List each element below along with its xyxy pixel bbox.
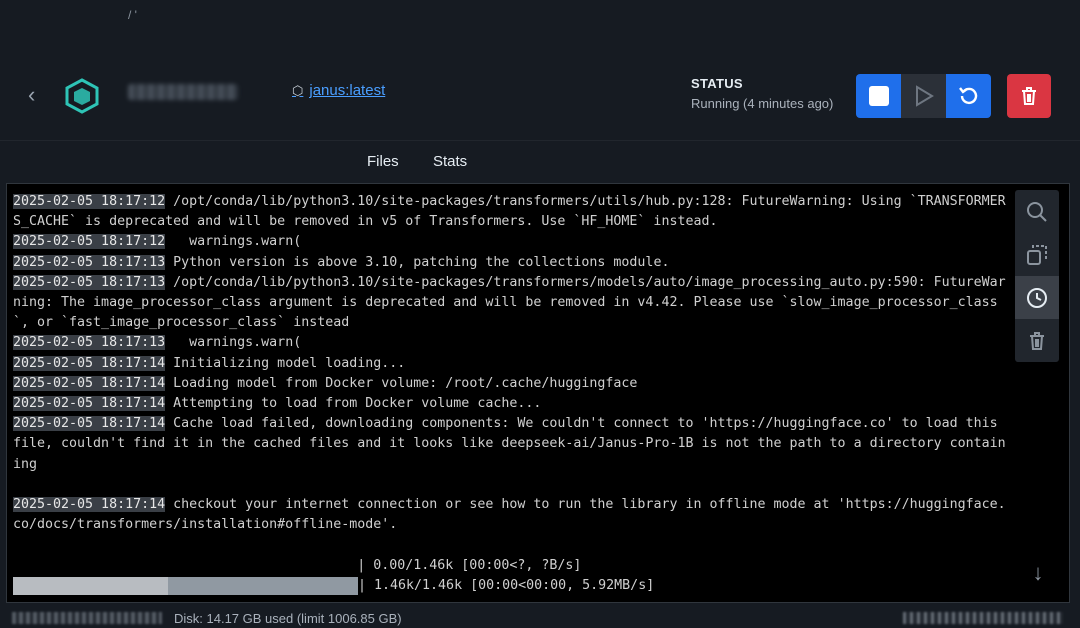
clock-icon bbox=[1027, 287, 1047, 308]
log-line: 2025-02-05 18:17:12 /opt/conda/lib/pytho… bbox=[13, 192, 1013, 232]
copy-icon bbox=[1027, 244, 1047, 265]
log-timestamp: 2025-02-05 18:17:14 bbox=[13, 375, 166, 391]
restart-icon bbox=[958, 87, 977, 105]
log-line: 2025-02-05 18:17:13 warnings.warn( bbox=[13, 333, 1013, 353]
footer: Disk: 14.17 GB used (limit 1006.85 GB) bbox=[0, 604, 1080, 628]
log-line: 2025-02-05 18:17:14 Initializing model l… bbox=[13, 354, 1013, 374]
disk-usage: Disk: 14.17 GB used (limit 1006.85 GB) bbox=[174, 611, 402, 626]
footer-left-redacted bbox=[12, 612, 162, 624]
stop-button[interactable] bbox=[856, 74, 901, 118]
cube-icon: ⬡ bbox=[292, 82, 304, 98]
image-tag-label[interactable]: janus:latest bbox=[309, 82, 385, 99]
restart-button[interactable] bbox=[946, 74, 991, 118]
copy-button[interactable] bbox=[1015, 233, 1059, 276]
log-timestamp: 2025-02-05 18:17:12 bbox=[13, 234, 166, 250]
arrow-down-icon[interactable]: ↓ bbox=[1026, 560, 1050, 585]
log-line-blank bbox=[13, 535, 1013, 555]
log-timestamp: 2025-02-05 18:17:14 bbox=[13, 497, 166, 513]
search-button[interactable] bbox=[1015, 190, 1059, 233]
log-timestamp: 2025-02-05 18:17:12 bbox=[13, 194, 166, 209]
image-tag-link[interactable]: ⬡ janus:latest bbox=[292, 82, 385, 99]
log-line: 2025-02-05 18:17:12 warnings.warn( bbox=[13, 232, 1013, 252]
log-text: Loading model from Docker volume: /root/… bbox=[165, 375, 638, 391]
log-line: 2025-02-05 18:17:14 Loading model from D… bbox=[13, 374, 1013, 394]
log-timestamp: 2025-02-05 18:17:13 bbox=[13, 335, 166, 351]
clear-logs-button[interactable] bbox=[1015, 319, 1059, 362]
log-text: warnings.warn( bbox=[165, 234, 302, 250]
chevron-left-icon[interactable]: ‹ bbox=[28, 84, 50, 106]
log-line: 2025-02-05 18:17:14 Cache load failed, d… bbox=[13, 414, 1013, 475]
tab-bar: Files Stats bbox=[0, 141, 1080, 181]
footer-right-redacted bbox=[903, 612, 1063, 624]
log-timestamp: 2025-02-05 18:17:14 bbox=[13, 416, 166, 432]
log-line: 2025-02-05 18:17:14 checkout your intern… bbox=[13, 495, 1013, 535]
log-text: Python version is above 3.10, patching t… bbox=[165, 254, 670, 270]
container-box-icon bbox=[65, 78, 99, 114]
log-line: | 0.00/1.46k [00:00<?, ?B/s] bbox=[13, 556, 1013, 576]
top-mark: / ' bbox=[128, 8, 137, 22]
log-timestamp: 2025-02-05 18:17:14 bbox=[13, 396, 166, 412]
log-text: Attempting to load from Docker volume ca… bbox=[165, 396, 542, 412]
log-text: warnings.warn( bbox=[165, 335, 302, 351]
timestamps-toggle[interactable] bbox=[1015, 276, 1059, 319]
log-toolbar bbox=[1015, 190, 1059, 362]
log-timestamp: 2025-02-05 18:17:13 bbox=[13, 274, 166, 290]
log-timestamp: 2025-02-05 18:17:13 bbox=[13, 254, 166, 270]
container-header: ‹ ⬡ janus:latest STATUS Running (4 minut… bbox=[0, 60, 1080, 141]
trash-icon bbox=[1030, 331, 1044, 350]
tab-files[interactable]: Files bbox=[367, 153, 399, 170]
log-line: 2025-02-05 18:17:13 /opt/conda/lib/pytho… bbox=[13, 273, 1013, 334]
status-block: STATUS Running (4 minutes ago) bbox=[691, 76, 833, 111]
play-icon bbox=[915, 85, 934, 107]
log-timestamp: 2025-02-05 18:17:14 bbox=[13, 355, 166, 371]
container-name-redacted bbox=[128, 84, 238, 100]
log-line: 2025-02-05 18:17:13 Python version is ab… bbox=[13, 253, 1013, 273]
download-progress-bar bbox=[13, 576, 358, 595]
log-lines: 2025-02-05 18:17:12 /opt/conda/lib/pytho… bbox=[13, 192, 1013, 596]
log-line: 2025-02-05 18:17:14 Attempting to load f… bbox=[13, 394, 1013, 414]
delete-button[interactable] bbox=[1007, 74, 1051, 118]
log-viewer[interactable]: 2025-02-05 18:17:12 /opt/conda/lib/pytho… bbox=[6, 183, 1070, 603]
status-value: Running (4 minutes ago) bbox=[691, 96, 834, 111]
stop-icon bbox=[868, 86, 889, 106]
log-text: Initializing model loading... bbox=[165, 355, 406, 371]
log-text: | 0.00/1.46k [00:00<?, ?B/s] bbox=[13, 557, 582, 573]
tab-stats[interactable]: Stats bbox=[433, 153, 467, 170]
trash-icon bbox=[1022, 87, 1036, 105]
progress-text: | 1.46k/1.46k [00:00<00:00, 5.92MB/s] bbox=[358, 577, 655, 593]
status-label: STATUS bbox=[691, 76, 743, 91]
play-button[interactable] bbox=[901, 74, 946, 118]
top-bar: / ' bbox=[0, 0, 1080, 60]
search-icon bbox=[1027, 201, 1047, 222]
container-controls bbox=[856, 74, 991, 118]
log-progress-line: | 1.46k/1.46k [00:00<00:00, 5.92MB/s] bbox=[13, 576, 1013, 596]
log-line-blank bbox=[13, 475, 1013, 495]
